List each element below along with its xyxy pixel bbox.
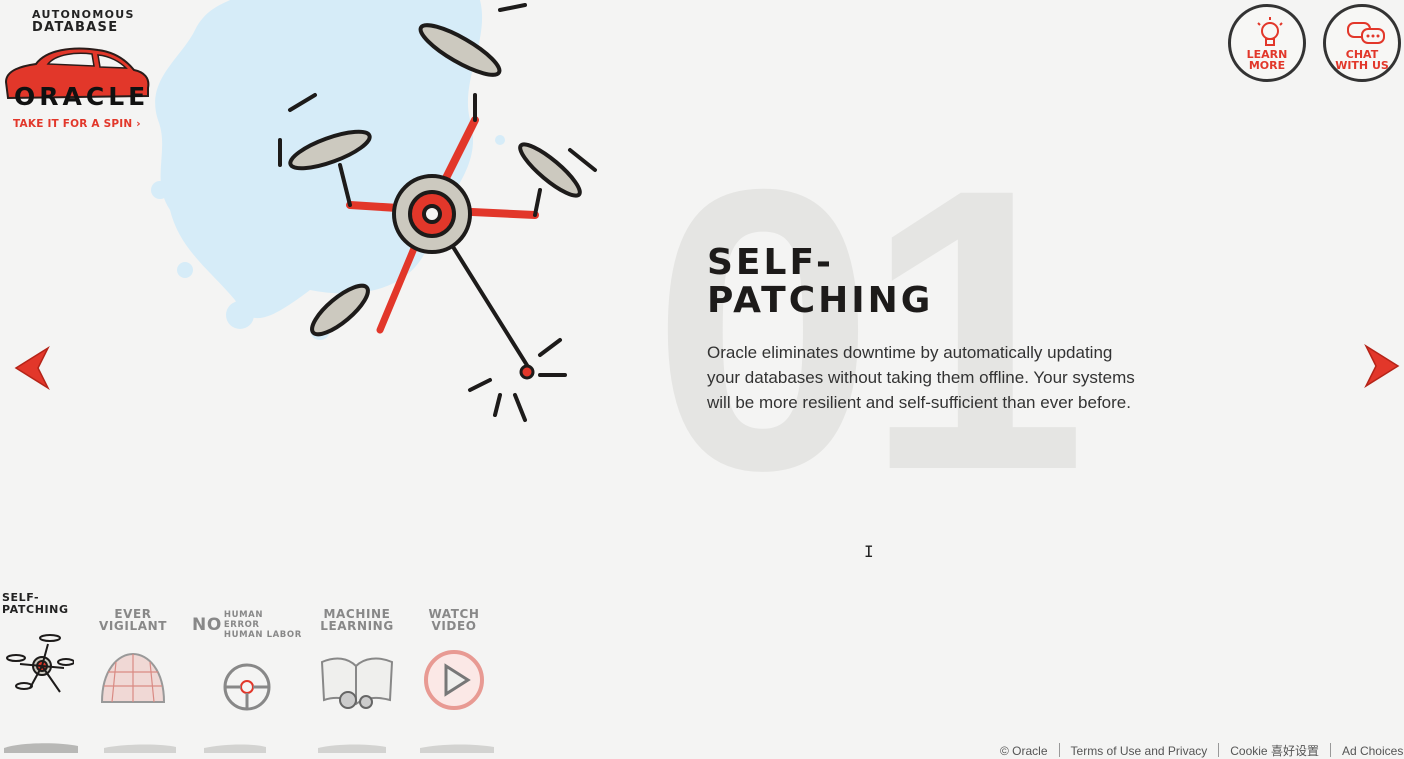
learn-more-button[interactable]: LEARN MORE bbox=[1228, 4, 1306, 82]
nav-label: PATCHING bbox=[2, 603, 69, 616]
next-arrow-icon[interactable] bbox=[1362, 344, 1402, 388]
nav-self-patching[interactable]: SELF- PATCHING bbox=[2, 592, 76, 707]
nav-watch-video[interactable]: WATCH VIDEO bbox=[418, 608, 490, 717]
footer: © Oracle Terms of Use and Privacy Cookie 喜… bbox=[1000, 742, 1403, 759]
logo-tagline: AUTONOMOUS DATABASE bbox=[32, 8, 135, 35]
globe-shield-icon bbox=[100, 652, 166, 703]
nav-ever-vigilant[interactable]: EVER VIGILANT bbox=[96, 608, 170, 717]
terms-link[interactable]: Terms of Use and Privacy bbox=[1071, 744, 1208, 758]
lightbulb-icon bbox=[1257, 17, 1283, 46]
text-cursor-icon: I bbox=[864, 542, 874, 561]
chat-bubbles-icon bbox=[1347, 22, 1385, 44]
nav-label: NO bbox=[192, 615, 222, 635]
take-it-for-a-spin-link[interactable]: TAKE IT FOR A SPIN › bbox=[13, 118, 141, 130]
slide-description: Oracle eliminates downtime by automatica… bbox=[707, 343, 1135, 412]
oracle-autonomous-logo[interactable]: AUTONOMOUS DATABASE ORACLE TAKE IT FOR A… bbox=[0, 6, 160, 136]
nav-label: VIGILANT bbox=[98, 619, 168, 633]
nav-machine-learning[interactable]: MACHINE LEARNING bbox=[318, 608, 396, 717]
copyright-link[interactable]: © Oracle bbox=[1000, 744, 1048, 758]
previous-arrow-icon[interactable] bbox=[12, 346, 52, 390]
book-gears-icon bbox=[320, 657, 394, 709]
nav-no-human-error[interactable]: NO HUMAN ERROR HUMAN LABOR bbox=[192, 610, 302, 727]
slide-number: 01 bbox=[652, 106, 1087, 553]
nav-label: HUMAN ERROR bbox=[223, 610, 264, 630]
nav-label: HUMAN LABOR bbox=[223, 630, 302, 640]
slide-title: SELF- PATCHING bbox=[707, 242, 934, 321]
play-icon bbox=[424, 650, 484, 710]
chat-with-us-button[interactable]: CHAT WITH US bbox=[1323, 4, 1401, 82]
steering-wheel-icon bbox=[223, 663, 271, 711]
cookie-link[interactable]: Cookie 喜好设置 bbox=[1230, 744, 1319, 758]
drone-icon bbox=[6, 634, 75, 693]
bottom-brush-strokes bbox=[4, 743, 494, 753]
oracle-wordmark: ORACLE bbox=[14, 82, 150, 111]
drone-illustration bbox=[278, 3, 597, 422]
ad-choices-link[interactable]: Ad Choices bbox=[1342, 744, 1403, 758]
learn-more-label-2: MORE bbox=[1248, 59, 1286, 72]
nav-label: LEARNING bbox=[320, 619, 394, 633]
nav-label: VIDEO bbox=[431, 619, 477, 633]
chat-label-2: WITH US bbox=[1335, 59, 1389, 72]
